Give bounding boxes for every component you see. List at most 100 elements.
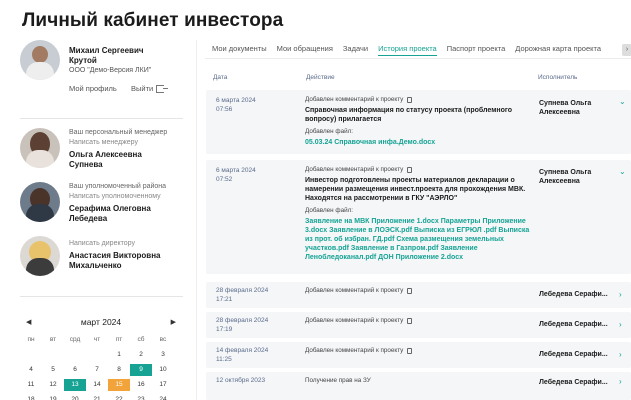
contact-name: Серафима Олеговна Лебедева <box>69 204 151 223</box>
contact-director: Написать директору Анастасия Викторовна … <box>20 236 185 281</box>
contact-name: Ольга Алексеевна Супнева <box>69 150 142 169</box>
calendar-day[interactable]: 20 <box>64 394 86 400</box>
row-executor: Лебедева Серафи... <box>539 379 608 386</box>
expand-chevron-icon[interactable]: ⌄ <box>619 97 626 106</box>
row-executor: Лебедева Серафи... <box>539 291 608 298</box>
tabs-scroll-right-icon[interactable]: › <box>622 44 631 56</box>
row-time: 07:56 <box>216 106 233 113</box>
header-action: Действие <box>306 74 335 81</box>
expand-chevron-icon[interactable]: › <box>619 377 622 386</box>
director-avatar <box>20 236 60 276</box>
column-separator <box>196 40 197 400</box>
weekday-label: чт <box>93 336 101 343</box>
comment-doc-icon <box>407 97 413 103</box>
expand-chevron-icon[interactable]: › <box>619 290 622 299</box>
expand-chevron-icon[interactable]: › <box>619 350 622 359</box>
calendar-day-event[interactable]: 9 <box>130 364 152 376</box>
calendar-day[interactable]: 21 <box>86 394 108 400</box>
weekday-label: пт <box>115 336 123 343</box>
divider <box>20 118 183 119</box>
row-time: 11:25 <box>216 356 232 363</box>
prev-month-icon[interactable]: ◀ <box>26 318 31 326</box>
calendar-day[interactable]: 18 <box>20 394 42 400</box>
row-date: 6 марта 2024 <box>216 97 256 104</box>
tab-documents[interactable]: Мои документы <box>212 43 267 55</box>
user-card: Михаил Сергеевич Крутой ООО "Демо-Версия… <box>20 40 184 120</box>
calendar-day[interactable]: 2 <box>130 349 152 361</box>
calendar-day <box>20 349 42 361</box>
table-row[interactable]: 28 февраля 2024 17:19 Добавлен комментар… <box>206 312 631 338</box>
table-row[interactable]: 14 февраля 2024 11:25 Добавлен комментар… <box>206 342 631 368</box>
row-action-type: Добавлен комментарий к проекту <box>305 96 525 104</box>
calendar-day[interactable]: 22 <box>108 394 130 400</box>
row-action-type: Добавлен комментарий к проекту <box>305 317 413 325</box>
row-comment: Справочная информация по статусу проекта… <box>305 107 512 123</box>
header-executor: Исполнитель <box>538 74 578 81</box>
contact-role: Ваш уполномоченный района <box>69 183 167 190</box>
calendar-day[interactable]: 24 <box>152 394 174 400</box>
calendar-day[interactable]: 7 <box>86 364 108 376</box>
weekday-label: срд <box>69 336 81 343</box>
calendar-day[interactable]: 17 <box>152 379 174 391</box>
table-row[interactable]: 28 февраля 2024 17:21 Добавлен комментар… <box>206 282 631 308</box>
comment-doc-icon <box>407 318 413 324</box>
divider <box>20 296 183 297</box>
calendar-day-event[interactable]: 13 <box>64 379 86 391</box>
table-row[interactable]: 6 марта 2024 07:56 Добавлен комментарий … <box>206 90 631 154</box>
calendar-day[interactable]: 10 <box>152 364 174 376</box>
expand-chevron-icon[interactable]: › <box>619 320 622 329</box>
tab-roadmap[interactable]: Дорожная карта проекта <box>515 43 601 55</box>
row-action-type: Получение прав на ЗУ <box>305 377 371 384</box>
row-executor: Супнева Ольга Алексеевна <box>539 169 592 185</box>
calendar-day[interactable]: 4 <box>20 364 42 376</box>
weekday-label: вс <box>159 336 167 343</box>
calendar: ◀ март 2024 ▶ пн вт срд чт пт сб вс 1 2 … <box>20 316 182 400</box>
tab-appeals[interactable]: Мои обращения <box>277 43 333 55</box>
table-row[interactable]: 12 октября 2023 Получение прав на ЗУ Леб… <box>206 372 631 400</box>
calendar-day[interactable]: 8 <box>108 364 130 376</box>
row-comment-status: Находятся на рассмотрении в ГКУ "АЭРЛО" <box>305 195 458 202</box>
user-panel: Михаил Сергеевич Крутой ООО "Демо-Версия… <box>20 40 184 120</box>
logout-button[interactable]: Выйти <box>131 84 169 93</box>
calendar-day[interactable]: 23 <box>130 394 152 400</box>
header-date: Дата <box>213 74 228 81</box>
calendar-day[interactable]: 5 <box>42 364 64 376</box>
expand-chevron-icon[interactable]: ⌄ <box>619 167 626 176</box>
write-manager-link[interactable]: Написать менеджеру <box>69 138 167 148</box>
tab-project-history[interactable]: История проекта <box>378 43 437 56</box>
calendar-day[interactable]: 14 <box>86 379 108 391</box>
calendar-day[interactable]: 19 <box>42 394 64 400</box>
calendar-day[interactable]: 1 <box>108 349 130 361</box>
row-time: 17:19 <box>216 326 233 333</box>
calendar-day[interactable]: 16 <box>130 379 152 391</box>
calendar-day[interactable]: 12 <box>42 379 64 391</box>
row-date: 12 октября 2023 <box>216 377 266 384</box>
next-month-icon[interactable]: ▶ <box>171 318 176 326</box>
row-file-link[interactable]: 05.03.24 Справочная инфа.Демо.docx <box>305 138 525 147</box>
representative-avatar <box>20 182 60 222</box>
calendar-day <box>86 349 108 361</box>
weekday-label: пн <box>27 336 35 343</box>
row-executor: Лебедева Серафи... <box>539 351 608 358</box>
weekday-label: вт <box>49 336 57 343</box>
row-time: 07:52 <box>216 176 233 183</box>
tab-tasks[interactable]: Задачи <box>343 43 368 55</box>
write-director-link[interactable]: Написать директору <box>69 239 174 249</box>
calendar-day[interactable]: 6 <box>64 364 86 376</box>
calendar-day[interactable]: 11 <box>20 379 42 391</box>
row-action-type: Добавлен комментарий к проекту <box>305 347 413 355</box>
row-action-type: Добавлен комментарий к проекту <box>305 287 413 295</box>
calendar-day-today[interactable]: 15 <box>108 379 130 391</box>
row-file-links[interactable]: Заявление на МВК Приложение 1.docx Парам… <box>305 217 537 262</box>
profile-link[interactable]: Мой профиль <box>69 84 117 93</box>
calendar-day[interactable]: 3 <box>152 349 174 361</box>
table-row[interactable]: 6 марта 2024 07:52 Добавлен комментарий … <box>206 160 631 274</box>
write-representative-link[interactable]: Написать уполномоченному <box>69 192 169 202</box>
row-date: 28 февраля 2024 <box>216 287 269 294</box>
row-file-label: Добавлен файл: <box>305 207 354 214</box>
row-executor: Супнева Ольга Алексеевна <box>539 100 592 116</box>
row-action-type: Добавлен комментарий к проекту <box>305 166 537 174</box>
comment-doc-icon <box>407 167 413 173</box>
comment-doc-icon <box>407 348 413 354</box>
tab-project-passport[interactable]: Паспорт проекта <box>447 43 506 55</box>
